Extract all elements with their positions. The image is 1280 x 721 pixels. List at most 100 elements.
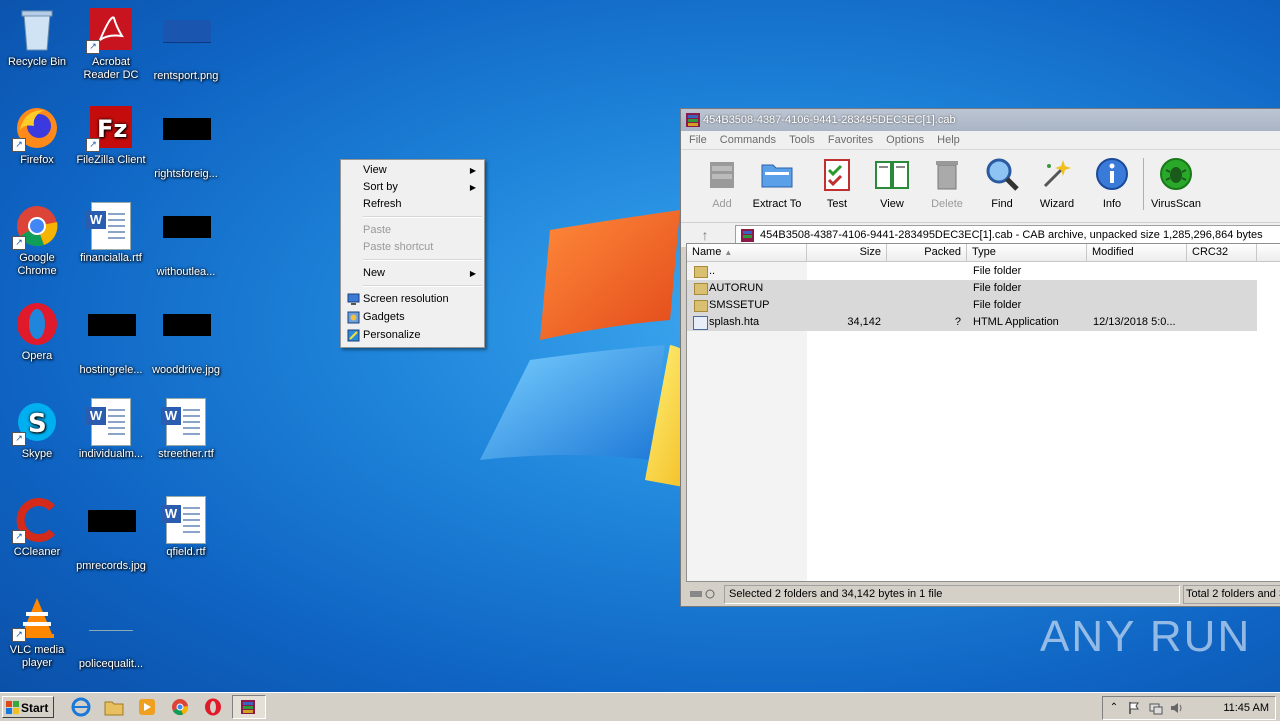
table-row[interactable]: splash.hta 34,142 ? HTML Application 12/… [687,314,1257,331]
ccleaner-icon: ↗ [12,496,60,544]
folder-icon [694,283,708,295]
menu-commands[interactable]: Commands [720,134,776,146]
file-thumbnail-icon [88,608,134,654]
menu-item-screen-resolution[interactable]: Screen resolution [343,291,482,308]
up-arrow-icon: ↑ [701,227,709,243]
column-type[interactable]: Type [967,244,1087,261]
skype-icon: S ↗ [12,398,60,446]
taskbar-winrar-button[interactable] [232,695,266,719]
recycle-bin-icon [14,6,60,52]
opera-icon[interactable] [202,697,224,717]
file-thumbnail-icon [163,216,211,262]
extract-to-button[interactable]: Extract To [751,156,803,210]
acrobat-icon: ↗ [86,6,134,54]
desktop-icon-hostingrele[interactable]: hostingrele... [74,300,148,377]
gadgets-icon [347,311,360,324]
system-tray: ⌃ 11:45 AM [1102,696,1276,720]
desktop-icon-filezilla[interactable]: Fz ↗ FileZilla Client [74,104,148,167]
column-packed[interactable]: Packed [887,244,967,261]
desktop-icon-ccleaner[interactable]: ↗ CCleaner [0,496,74,559]
file-list: Name ▲ Size Packed Type Modified CRC32 .… [686,243,1280,582]
svg-text:Fz: Fz [97,115,127,143]
media-player-icon[interactable] [136,697,158,717]
column-size[interactable]: Size [807,244,887,261]
menu-item-gadgets[interactable]: Gadgets [343,309,482,326]
action-center-flag-icon[interactable] [1127,701,1141,715]
view-button[interactable]: View [866,156,918,210]
desktop-icon-rentsport[interactable]: rentsport.png [149,6,223,83]
desktop-icon-withoutlea[interactable]: withoutlea... [149,202,223,279]
menu-tools[interactable]: Tools [789,134,815,146]
find-button[interactable]: Find [976,156,1028,210]
folder-up-icon [694,266,708,278]
status-selection: Selected 2 folders and 34,142 bytes in 1… [724,585,1180,604]
windows-logo-wallpaper [480,205,700,490]
desktop-icon-wooddrive[interactable]: wooddrive.jpg [149,300,223,377]
desktop-icon-vlc[interactable]: ↗ VLC media player [0,594,74,670]
clock[interactable]: 11:45 AM [1223,697,1269,719]
table-row[interactable]: SMSSETUP File folder [687,297,1257,314]
chrome-icon[interactable] [169,697,191,717]
desktop-icon-qfield[interactable]: W qfield.rtf [149,496,223,559]
shortcut-arrow-icon: ↗ [12,628,26,642]
folder-icon [694,300,708,312]
up-folder-button[interactable]: ↑ [689,225,721,245]
trash-icon [936,161,958,190]
file-thumbnail-icon [88,510,136,556]
desktop-icon-financialla[interactable]: W financialla.rtf [74,202,148,265]
virusscan-button[interactable]: VirusScan [1150,156,1202,210]
desktop-icon-acrobat[interactable]: ↗ Acrobat Reader DC [74,6,148,82]
menu-item-paste[interactable]: Paste [343,222,482,239]
anyrun-watermark: ANY RUN [1040,612,1252,661]
table-row[interactable]: .. File folder [687,263,1257,280]
menu-item-view[interactable]: View ▶ [343,162,482,179]
desktop-icon-chrome[interactable]: ↗ Google Chrome [0,202,74,278]
winrar-taskbar-icon [241,700,255,714]
wizard-button[interactable]: Wizard [1031,156,1083,210]
menu-item-refresh[interactable]: Refresh [343,196,482,213]
delete-button[interactable]: Delete [921,156,973,210]
desktop-icon-policequalit[interactable]: policequalit... [74,594,148,671]
column-crc32[interactable]: CRC32 [1187,244,1257,261]
extract-folder-icon [761,164,793,188]
desktop-icon-individualm[interactable]: W individualm... [74,398,148,461]
menu-favorites[interactable]: Favorites [828,134,873,146]
window-titlebar[interactable]: 454B3508-4387-4106-9441-283495DEC3EC[1].… [681,109,1280,131]
add-archive-icon [710,162,734,188]
network-icon[interactable] [1149,701,1163,715]
column-name[interactable]: Name ▲ [687,244,807,261]
file-thumbnail-icon [163,314,211,360]
add-button[interactable]: Add [696,156,748,210]
internet-explorer-icon[interactable] [70,697,92,717]
table-row[interactable]: AUTORUN File folder [687,280,1257,297]
desktop-icon-skype[interactable]: S ↗ Skype [0,398,74,461]
start-button[interactable]: Start [2,696,54,718]
desktop-icon-firefox[interactable]: ↗ Firefox [0,104,74,167]
desktop-icon-recycle-bin[interactable]: Recycle Bin [0,6,74,69]
vlc-icon: ↗ [12,594,60,642]
show-hidden-icons-icon[interactable]: ⌃ [1107,701,1121,715]
hta-file-icon [693,316,708,330]
monitor-icon [347,293,360,305]
info-button[interactable]: Info [1086,156,1138,210]
desktop-icon-rightsforeig[interactable]: rightsforeig... [149,104,223,181]
menu-item-sort-by[interactable]: Sort by ▶ [343,179,482,196]
menu-help[interactable]: Help [937,134,960,146]
taskbar: Start ⌃ 11:45 AM [0,692,1280,721]
menu-item-personalize[interactable]: Personalize [343,327,482,344]
volume-icon[interactable] [1169,701,1183,715]
explorer-folder-icon[interactable] [103,697,125,717]
personalize-icon [347,329,360,342]
desktop-icon-pmrecords[interactable]: pmrecords.jpg [74,496,148,573]
menu-item-new[interactable]: New ▶ [343,265,482,282]
toolbar: Add Extract To Test View Delete Find Wiz… [681,149,1280,222]
test-button[interactable]: Test [811,156,863,210]
menu-item-paste-shortcut[interactable]: Paste shortcut [343,239,482,256]
desktop-icon-streether[interactable]: W streether.rtf [149,398,223,461]
column-modified[interactable]: Modified [1087,244,1187,261]
shortcut-arrow-icon: ↗ [12,138,26,152]
drive-status-icon [690,589,715,599]
desktop-icon-opera[interactable]: Opera [0,300,74,363]
menu-file[interactable]: File [689,134,707,146]
menu-options[interactable]: Options [886,134,924,146]
